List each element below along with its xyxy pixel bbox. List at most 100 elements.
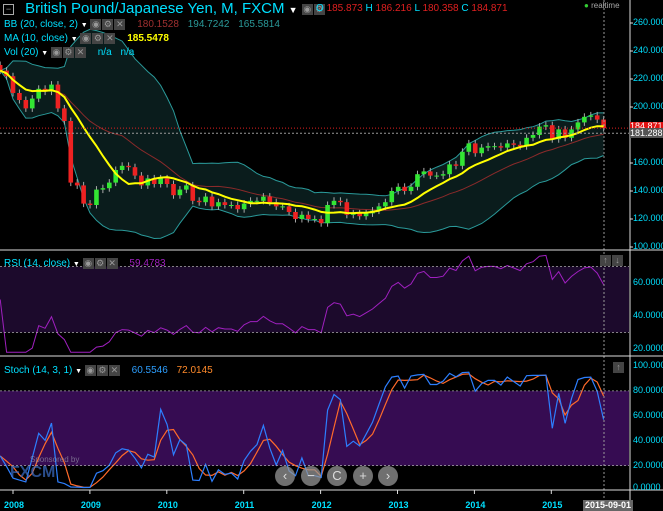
bb-label[interactable]: BB (20, close, 2)	[4, 19, 78, 30]
candle-body	[389, 191, 395, 203]
candle-body	[306, 214, 311, 219]
zoom-out-button[interactable]: −	[301, 466, 321, 486]
candle-body	[209, 196, 215, 207]
sponsor-brand: FXCM	[10, 464, 56, 481]
chevron-down-icon[interactable]: ▼	[73, 261, 80, 268]
rsi-legend: RSI (14, close) ▼ ◉ ⚙ ✕ 59.4783	[4, 258, 166, 269]
price-axis-label: 200.000	[633, 101, 663, 111]
candle-body	[241, 203, 247, 210]
move-up-icon[interactable]: ↑	[600, 255, 611, 266]
eye-icon[interactable]: ◉	[301, 3, 313, 15]
eye-icon[interactable]: ◉	[90, 19, 102, 30]
stoch-axis-label: 40.0000	[633, 434, 663, 445]
time-axis-label: 2015	[542, 500, 563, 510]
candle-body	[216, 202, 221, 207]
candle-body	[196, 200, 202, 203]
stoch-axis-label: 60.0000	[633, 409, 663, 420]
price-axis-label: 100.000	[633, 241, 663, 251]
status-dot-icon: ●	[584, 1, 589, 10]
candle-body	[94, 189, 99, 205]
candle-body	[222, 202, 228, 205]
close-icon[interactable]: ✕	[104, 33, 116, 44]
ma-label[interactable]: MA (10, close)	[4, 33, 68, 44]
reset-button[interactable]: C	[327, 466, 347, 486]
candle-body	[395, 186, 401, 191]
stoch-band	[0, 390, 629, 466]
eye-icon[interactable]: ◉	[50, 47, 62, 58]
high-label: H	[365, 3, 373, 14]
scroll-left-button[interactable]: ‹	[275, 466, 295, 486]
candle-body	[100, 188, 106, 190]
gear-icon[interactable]: ⚙	[96, 365, 108, 376]
rsi-value: 59.4783	[129, 258, 166, 270]
candle-body	[81, 185, 86, 204]
close-icon[interactable]: ✕	[74, 47, 86, 58]
close-icon[interactable]: ✕	[108, 365, 120, 376]
collapse-icon[interactable]: −	[3, 3, 14, 15]
chevron-down-icon[interactable]: ▼	[71, 36, 78, 43]
close-icon[interactable]: ✕	[114, 19, 126, 30]
high-value: 186.216	[375, 3, 412, 14]
candle-body	[158, 178, 163, 184]
candle-body	[594, 115, 600, 120]
vol-value-1: n/a	[97, 47, 112, 59]
chart-header: − British Pound/Japanese Yen, M, FXCM ▼ …	[3, 0, 326, 17]
realtime-status: ● realtime	[584, 1, 620, 10]
candle-body	[254, 200, 260, 202]
candle-body	[447, 164, 452, 175]
sponsor-text: Sponsored by	[30, 455, 80, 464]
open-value: 185.873	[326, 3, 363, 14]
eye-icon[interactable]: ◉	[82, 258, 94, 269]
chevron-down-icon[interactable]: ▼	[81, 22, 88, 29]
chart-canvas[interactable]	[0, 0, 663, 511]
crosshair-price-tag: 181.288	[630, 128, 663, 138]
time-axis-label: 2014	[465, 500, 486, 510]
bb-lower-value: 165.5814	[238, 19, 280, 31]
vol-legend: Vol (20) ▼ ◉ ⚙ ✕ n/a n/a	[4, 47, 134, 58]
gear-icon[interactable]: ⚙	[62, 47, 74, 58]
rsi-label[interactable]: RSI (14, close)	[4, 258, 70, 269]
eye-icon[interactable]: ◉	[80, 33, 92, 44]
candle-body	[87, 203, 93, 205]
time-axis-label: 2011	[234, 500, 255, 510]
candle-body	[498, 146, 504, 148]
eye-icon[interactable]: ◉	[84, 365, 96, 376]
candle-body	[549, 125, 555, 140]
zoom-in-button[interactable]: +	[353, 466, 373, 486]
sponsor-logo[interactable]: Sponsored by FXCM	[10, 455, 79, 482]
candle-body	[530, 135, 536, 138]
move-down-icon[interactable]: ↓	[612, 255, 623, 266]
chevron-down-icon[interactable]: ▼	[289, 5, 298, 15]
chevron-down-icon[interactable]: ▼	[75, 368, 82, 375]
gear-icon[interactable]: ⚙	[92, 33, 104, 44]
candle-body	[177, 189, 183, 196]
candle-body	[228, 205, 234, 206]
chevron-down-icon[interactable]: ▼	[41, 50, 48, 57]
candle-body	[299, 214, 305, 219]
move-up-icon[interactable]: ↑	[613, 362, 624, 373]
bb-upper-value: 194.7242	[187, 19, 230, 31]
candle-body	[479, 147, 484, 154]
close-icon[interactable]: ✕	[106, 258, 118, 269]
scroll-right-button[interactable]: ›	[378, 466, 398, 486]
candle-body	[29, 98, 35, 109]
candle-body	[126, 165, 131, 168]
candle-body	[408, 186, 414, 191]
stoch-k-value: 60.5546	[131, 365, 168, 377]
candle-body	[402, 186, 407, 191]
stoch-pane-controls: ↑	[613, 362, 625, 373]
candle-body	[318, 219, 324, 224]
candle-body	[280, 206, 285, 208]
vol-label[interactable]: Vol (20)	[4, 47, 38, 58]
gear-icon[interactable]: ⚙	[102, 19, 114, 30]
stoch-label[interactable]: Stoch (14, 3, 1)	[4, 365, 72, 376]
candle-body	[511, 143, 517, 145]
chart-title[interactable]: British Pound/Japanese Yen, M, FXCM	[25, 0, 284, 17]
ma-legend: MA (10, close) ▼ ◉ ⚙ ✕ 185.5478	[4, 33, 169, 44]
stoch-legend: Stoch (14, 3, 1) ▼ ◉ ⚙ ✕ 60.5546 72.0145	[4, 365, 213, 376]
rsi-band	[0, 266, 629, 333]
open-label: O	[316, 3, 324, 14]
gear-icon[interactable]: ⚙	[94, 258, 106, 269]
candle-body	[164, 178, 170, 184]
low-value: 180.358	[422, 3, 459, 14]
